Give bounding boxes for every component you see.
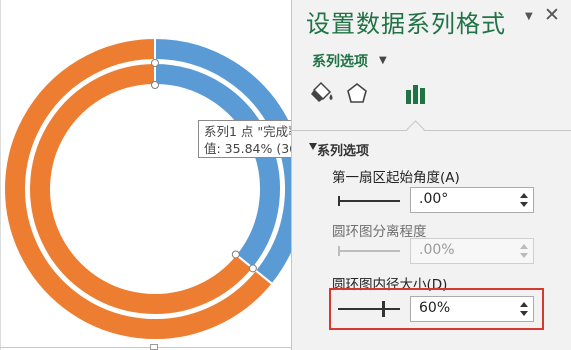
- pane-tabs: [292, 78, 571, 139]
- paint-bucket-icon: [311, 81, 333, 102]
- close-icon[interactable]: ✕: [544, 4, 560, 26]
- bar-chart-icon: [406, 85, 425, 104]
- spin-down-icon[interactable]: [520, 202, 528, 207]
- tab-fill-line[interactable]: [305, 78, 339, 110]
- section-header-series-options[interactable]: 系列选项: [317, 140, 369, 159]
- first-slice-angle-slider[interactable]: [338, 193, 400, 209]
- tab-series-options[interactable]: [400, 78, 434, 110]
- first-slice-angle-spinner[interactable]: .00°: [410, 187, 534, 213]
- donut-explosion-slider: [338, 243, 400, 259]
- spin-up-icon[interactable]: [520, 193, 528, 198]
- slider-track: [338, 250, 400, 252]
- caret-down-icon[interactable]: ▼: [525, 11, 533, 22]
- chart-bottom-border: [0, 347, 291, 348]
- spin-down-icon: [520, 253, 528, 258]
- tabs-divider: [292, 130, 571, 131]
- tab-effects[interactable]: [340, 78, 374, 110]
- selection-handle[interactable]: [151, 59, 159, 67]
- series-options-dropdown[interactable]: 系列选项: [312, 51, 368, 71]
- section-collapse-icon[interactable]: [309, 143, 317, 150]
- chart-resize-handle[interactable]: [150, 344, 158, 350]
- first-slice-angle-value[interactable]: .00°: [419, 191, 448, 207]
- donut-chart[interactable]: [0, 0, 291, 350]
- pentagon-icon: [347, 82, 367, 103]
- first-slice-angle-label: 第一扇区起始角度(A): [332, 170, 460, 186]
- selection-handle[interactable]: [151, 81, 159, 89]
- selection-handle[interactable]: [231, 250, 240, 259]
- donut-explosion-spinner: .00%: [410, 238, 534, 264]
- hole-size-highlight: [329, 288, 544, 330]
- active-tab-pointer: [406, 120, 425, 139]
- series-options-caret-icon[interactable]: ▼: [379, 55, 387, 66]
- selection-handle[interactable]: [248, 264, 257, 273]
- donut-explosion-label: 圆环图分离程度: [332, 224, 427, 240]
- slider-track: [338, 200, 400, 202]
- spin-up-icon: [520, 244, 528, 249]
- donut-explosion-value: .00%: [419, 242, 455, 258]
- chart-area[interactable]: [0, 0, 291, 350]
- pane-title: 设置数据系列格式: [306, 10, 506, 38]
